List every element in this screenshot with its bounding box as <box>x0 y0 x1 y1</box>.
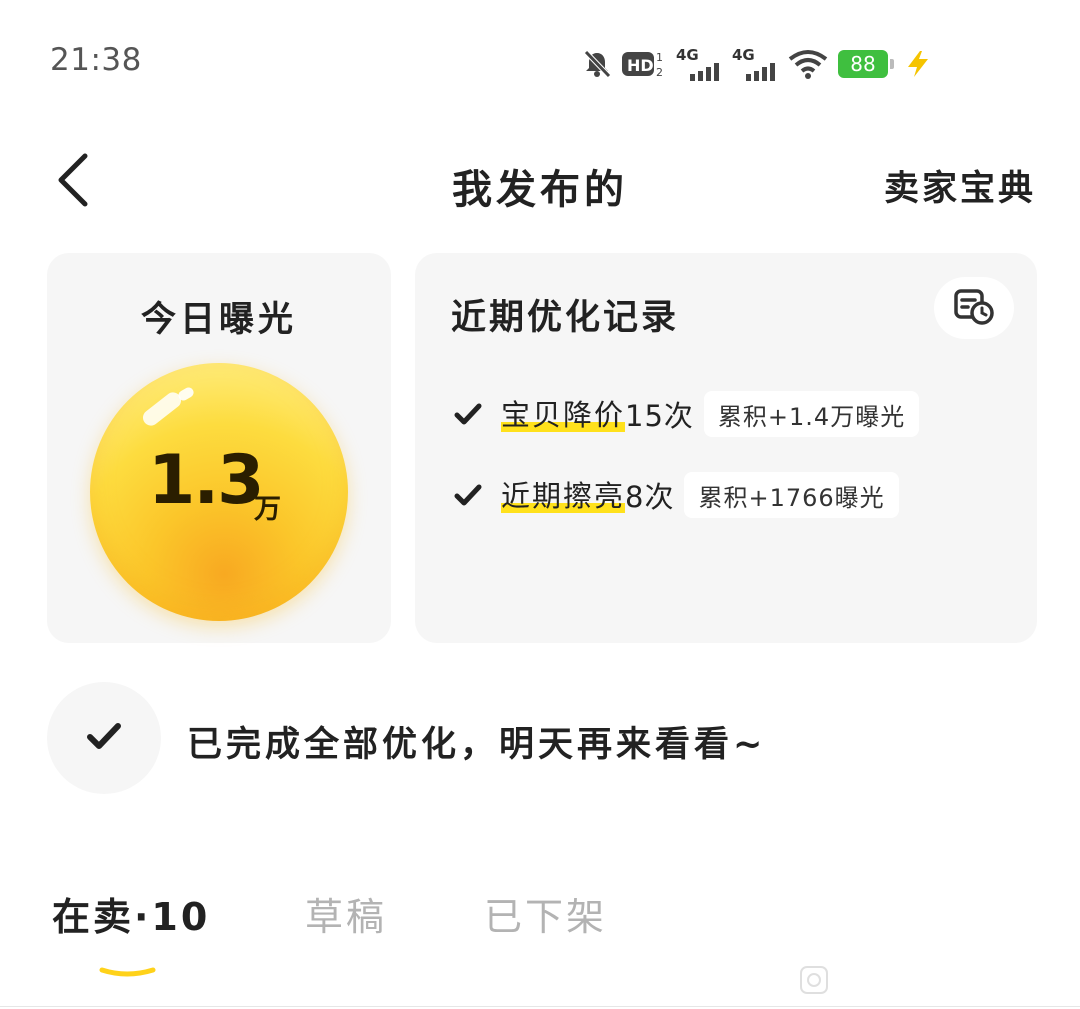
optimization-title: 近期优化记录 <box>451 298 680 338</box>
history-button[interactable] <box>934 277 1014 339</box>
exposure-value: 1.3 <box>148 441 264 520</box>
wifi-icon <box>788 49 828 79</box>
check-icon <box>86 721 122 755</box>
optimization-item-badge: 累积+1.4万曝光 <box>703 391 920 437</box>
battery-icon: 88 <box>838 50 894 78</box>
active-tab-indicator <box>99 963 156 977</box>
mute-bell-icon <box>582 49 612 79</box>
seller-guide-link[interactable]: 卖家宝典 <box>884 160 1036 211</box>
exposure-unit: 万 <box>254 494 281 525</box>
status-icons: HD 1 2 4G 4G 88 <box>582 44 932 84</box>
signal-icon: 4G <box>732 47 778 81</box>
today-exposure-card[interactable]: 今日曝光 1.3 万 <box>47 253 391 643</box>
tab-on-sale[interactable]: 在卖·10 <box>52 886 210 941</box>
svg-text:HD: HD <box>627 56 654 75</box>
svg-text:1: 1 <box>656 51 663 64</box>
optimization-record-card: 近期优化记录 宝贝降价 15次 累积+1.4万曝光 近期擦亮 8次 累积+176… <box>415 253 1037 643</box>
signal-icon: 4G <box>676 47 722 81</box>
optimization-item-name: 近期擦亮 <box>501 473 626 517</box>
check-icon <box>453 399 483 429</box>
optimization-item-name: 宝贝降价 <box>501 392 626 436</box>
calendar-clock-icon <box>953 286 995 330</box>
svg-text:2: 2 <box>656 66 663 79</box>
exposure-ball: 1.3 万 <box>90 363 348 621</box>
completion-text: 已完成全部优化，明天再来看看~ <box>187 725 767 765</box>
optimization-item-count: 8次 <box>625 480 675 514</box>
bottom-divider <box>0 1006 1080 1007</box>
completion-check <box>47 682 161 794</box>
charging-bolt-icon <box>904 49 932 79</box>
optimization-item-badge: 累积+1766曝光 <box>684 472 899 518</box>
exposure-title: 今日曝光 <box>140 300 297 340</box>
status-time: 21:38 <box>50 42 142 78</box>
tab-delisted[interactable]: 已下架 <box>484 886 607 941</box>
optimization-item: 近期擦亮 8次 累积+1766曝光 <box>453 471 899 519</box>
hd-voice-icon: HD 1 2 <box>622 49 666 79</box>
floating-icon <box>798 964 830 996</box>
check-icon <box>453 480 483 510</box>
tab-drafts[interactable]: 草稿 <box>305 886 387 941</box>
optimization-item: 宝贝降价 15次 累积+1.4万曝光 <box>453 390 920 438</box>
optimization-item-count: 15次 <box>625 399 694 433</box>
